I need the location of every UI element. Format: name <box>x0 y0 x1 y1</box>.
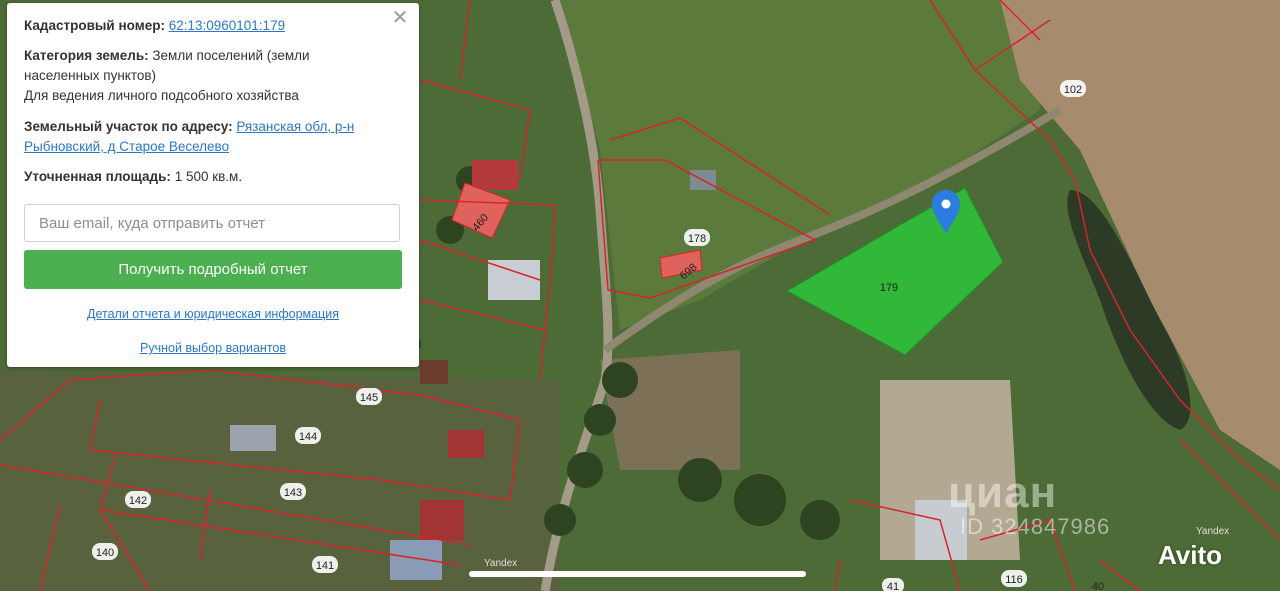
cadastral-number-label: Кадастровый номер: <box>24 18 165 33</box>
yandex-attribution-right: Yandex <box>1196 526 1230 537</box>
plot-label-142: 142 <box>129 495 147 507</box>
avito-watermark: Avito <box>1158 540 1223 570</box>
plot-label-145: 145 <box>360 392 378 404</box>
manual-selection-link[interactable]: Ручной выбор вариантов <box>140 341 286 355</box>
cian-watermark: циан <box>948 468 1058 517</box>
yandex-attribution: Yandex <box>484 558 518 569</box>
cadastral-number-link[interactable]: 62:13:0960101:179 <box>169 18 285 33</box>
plot-label-143: 143 <box>284 487 302 499</box>
plot-label-141: 141 <box>316 560 334 572</box>
land-usage: Для ведения личного подсобного хозяйства <box>24 88 299 103</box>
manual-link-row: Ручной выбор вариантов <box>7 338 419 358</box>
address-link-1[interactable]: Рязанская обл, р-н <box>236 119 354 134</box>
plot-label-41: 41 <box>887 581 899 591</box>
village-area <box>0 370 560 591</box>
area-label: Уточненная площадь: <box>24 169 171 184</box>
land-category-value-1: Земли поселений (земли <box>152 48 310 63</box>
plot-label-144: 144 <box>299 431 317 443</box>
details-link-row: Детали отчета и юридическая информация <box>7 304 419 324</box>
cadastral-number-row: Кадастровый номер: 62:13:0960101:179 <box>24 16 395 36</box>
plot-label-140: 140 <box>96 547 114 559</box>
cian-id-watermark: ID 324847986 <box>960 514 1111 539</box>
area-value: 1 500 кв.м. <box>174 169 243 184</box>
email-input[interactable] <box>24 204 400 242</box>
plot-label-179: 179 <box>880 282 898 294</box>
report-details-link[interactable]: Детали отчета и юридическая информация <box>87 307 339 321</box>
cadastral-info-panel: ✕ Кадастровый номер: 62:13:0960101:179 К… <box>7 3 419 367</box>
address-label: Земельный участок по адресу: <box>24 119 233 134</box>
get-report-button[interactable]: Получить подробный отчет <box>24 250 402 289</box>
plot-label-102: 102 <box>1064 84 1082 96</box>
plot-label-116: 116 <box>1005 574 1023 586</box>
address-link-2[interactable]: Рыбновский, д Старое Веселево <box>24 139 229 154</box>
area-row: Уточненная площадь: 1 500 кв.м. <box>24 167 395 187</box>
land-category-value-2: населенных пунктов) <box>24 68 157 83</box>
address-row: Земельный участок по адресу: Рязанская о… <box>24 117 395 157</box>
plot-label-178: 178 <box>688 233 706 245</box>
plot-label-40: 40 <box>1092 581 1104 591</box>
home-indicator[interactable] <box>469 571 806 577</box>
land-category-label: Категория земель: <box>24 48 149 63</box>
land-category-row: Категория земель: Земли поселений (земли… <box>24 46 395 106</box>
